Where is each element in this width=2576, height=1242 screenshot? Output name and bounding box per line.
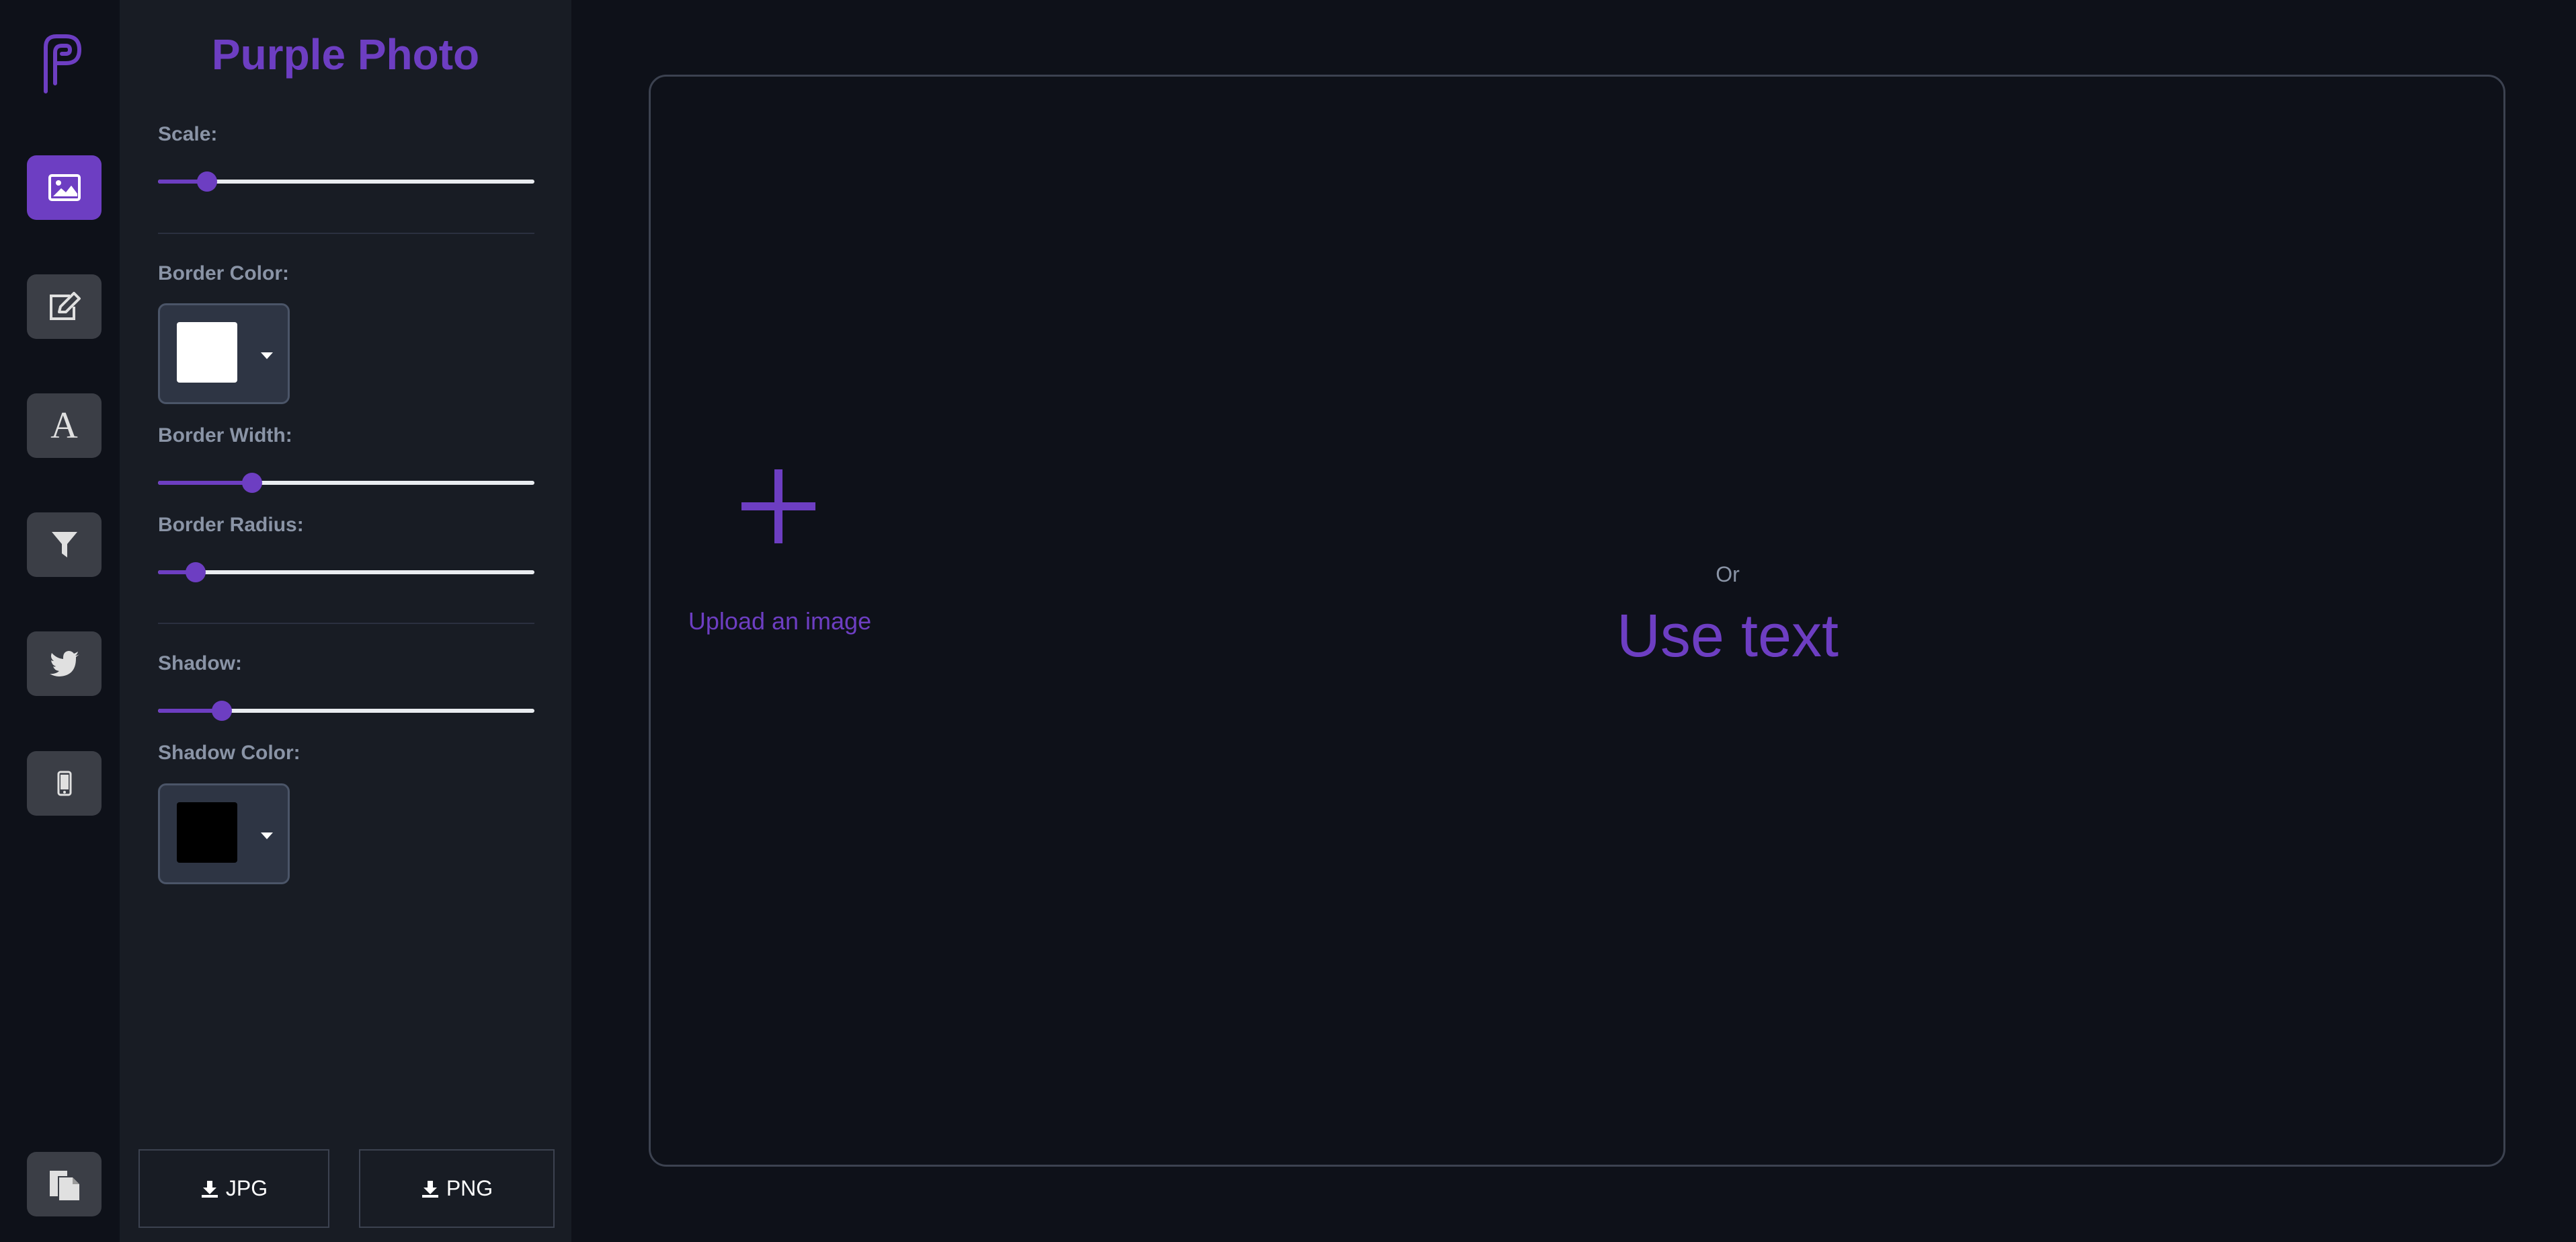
purple-photo-logo-icon	[44, 34, 82, 93]
mobile-icon	[57, 771, 71, 796]
text-icon: A	[50, 405, 78, 447]
slider-thumb[interactable]	[212, 701, 233, 721]
download-icon	[201, 1180, 218, 1198]
border-radius-label: Border Radius:	[158, 514, 304, 536]
border-color-picker[interactable]	[158, 303, 290, 404]
shadow-color-swatch	[177, 802, 237, 863]
caret-down-icon	[261, 832, 273, 839]
slider-thumb[interactable]	[242, 473, 262, 493]
clipboard-icon	[49, 1171, 79, 1200]
upload-plus-icon[interactable]	[741, 469, 815, 543]
use-text-link[interactable]: Use text	[1597, 602, 1859, 671]
rail-item-mobile[interactable]	[27, 751, 102, 816]
upload-image-link[interactable]: Upload an image	[666, 607, 894, 635]
border-width-slider[interactable]	[158, 471, 534, 495]
shadow-slider[interactable]	[158, 699, 534, 723]
twitter-icon	[49, 651, 79, 676]
border-color-swatch	[177, 322, 237, 383]
filter-icon	[51, 532, 77, 557]
rail-item-edit[interactable]	[27, 274, 102, 339]
rail-item-text[interactable]: A	[27, 393, 102, 458]
scale-label: Scale:	[158, 123, 218, 145]
section-divider	[158, 233, 534, 234]
edit-icon	[49, 292, 81, 320]
caret-down-icon	[261, 352, 273, 359]
download-jpg-label: JPG	[225, 1176, 268, 1200]
download-jpg-button[interactable]: JPG	[138, 1149, 329, 1228]
slider-track	[158, 570, 534, 574]
shadow-color-label: Shadow Color:	[158, 742, 300, 764]
slider-fill	[158, 481, 252, 485]
settings-panel: Purple Photo Scale: Border Color: Border…	[120, 0, 571, 1242]
rail-item-image[interactable]	[27, 155, 102, 220]
download-png-button[interactable]: PNG	[359, 1149, 555, 1228]
download-png-label: PNG	[446, 1176, 493, 1200]
scale-slider[interactable]	[158, 169, 534, 194]
brand-title: Purple Photo	[211, 30, 480, 79]
section-divider	[158, 623, 534, 624]
download-icon	[421, 1180, 438, 1198]
rail-item-clipboard[interactable]	[27, 1152, 102, 1216]
icon-rail: A	[0, 0, 120, 1242]
shadow-label: Shadow:	[158, 652, 242, 674]
or-label: Or	[1716, 562, 1740, 586]
slider-thumb[interactable]	[186, 562, 206, 582]
border-width-label: Border Width:	[158, 424, 292, 447]
border-color-label: Border Color:	[158, 262, 289, 284]
shadow-color-picker[interactable]	[158, 783, 290, 884]
border-radius-slider[interactable]	[158, 560, 534, 584]
slider-thumb[interactable]	[196, 171, 217, 192]
image-icon	[48, 174, 81, 201]
rail-item-twitter[interactable]	[27, 631, 102, 696]
canvas-drop-area[interactable]	[649, 75, 2505, 1167]
rail-item-filter[interactable]	[27, 512, 102, 577]
